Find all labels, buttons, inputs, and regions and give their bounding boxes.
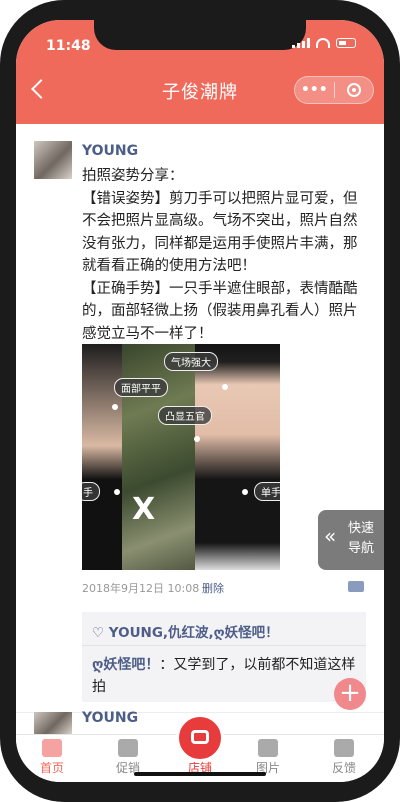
avatar[interactable] xyxy=(34,141,72,179)
tag-dot xyxy=(112,404,118,410)
comment-divider xyxy=(82,645,366,646)
add-post-button[interactable]: + xyxy=(334,678,366,710)
quick-nav-button[interactable]: « 快速导航 xyxy=(318,510,384,570)
image-icon xyxy=(258,739,278,757)
wifi-icon xyxy=(316,38,330,48)
tab-home[interactable]: 首页 xyxy=(22,739,82,776)
photo-tag: 凸显五官 xyxy=(158,406,212,425)
comment-author[interactable]: ღ妖怪吧！ xyxy=(92,657,159,673)
photo-left-person xyxy=(82,344,122,570)
home-icon xyxy=(42,739,62,757)
store-icon xyxy=(191,730,209,744)
close-circle-icon xyxy=(346,83,361,97)
header-bar: 11:48 子俊潮牌 ••• xyxy=(16,20,384,124)
person-icon xyxy=(334,739,354,757)
photo-right-person xyxy=(195,344,280,570)
bag-icon xyxy=(118,739,138,757)
tag-dot xyxy=(194,436,200,442)
tab-promo[interactable]: 促销 xyxy=(98,739,158,776)
post-date: 2018年9月12日 10:08 xyxy=(82,582,200,595)
signal-icon xyxy=(292,38,310,48)
avatar[interactable] xyxy=(34,712,72,734)
photo-tag: 单手 xyxy=(254,482,280,501)
post-photo[interactable]: 气场强大 面部平平 凸显五官 手 单手 X xyxy=(82,344,280,570)
wrong-mark: X xyxy=(132,492,156,527)
post-paragraph: 【错误姿势】剪刀手可以把照片显可爱，但不会把照片显高级。气场不突出，照片自然没有… xyxy=(82,190,358,275)
tag-dot xyxy=(114,489,120,495)
delete-link[interactable]: 删除 xyxy=(202,580,224,596)
more-menu-button[interactable]: ••• xyxy=(295,83,334,97)
home-indicator xyxy=(134,772,266,776)
photo-tag: 手 xyxy=(82,482,100,501)
quick-nav-label: 快速导航 xyxy=(347,521,374,556)
comment-icon[interactable] xyxy=(348,581,364,592)
comment-box: ♡ YOUNG,仇红波,ღ妖怪吧！ ღ妖怪吧！：又学到了，以前都不知道这样拍 xyxy=(82,612,366,702)
tag-dot xyxy=(242,489,248,495)
screen: 11:48 子俊潮牌 ••• YOUNG 拍照姿势分享： 【错误姿势】剪刀手可以… xyxy=(16,20,384,782)
mini-program-capsule: ••• xyxy=(294,76,374,104)
photo-tag: 气场强大 xyxy=(164,352,218,371)
post-paragraph: 【正确手势】一只手半遮住眼部，表情酷酷的，面部轻微上扬（假装用鼻孔看人）照片感觉… xyxy=(82,280,358,342)
tab-images[interactable]: 图片 xyxy=(238,739,298,776)
post-username[interactable]: YOUNG xyxy=(82,710,138,726)
tab-label: 反馈 xyxy=(331,761,356,775)
likes-list: ♡ YOUNG,仇红波,ღ妖怪吧！ xyxy=(92,625,279,641)
status-icons xyxy=(292,38,356,48)
post-paragraph: 拍照姿势分享： xyxy=(82,168,184,184)
status-time: 11:48 xyxy=(46,38,91,54)
tab-store[interactable] xyxy=(176,714,224,762)
photo-tag: 面部平平 xyxy=(114,378,168,397)
close-button[interactable] xyxy=(335,83,374,97)
phone-frame: 11:48 子俊潮牌 ••• YOUNG 拍照姿势分享： 【错误姿势】剪刀手可以… xyxy=(0,0,400,802)
battery-icon xyxy=(336,38,356,48)
tab-feedback[interactable]: 反馈 xyxy=(314,739,374,776)
post-username[interactable]: YOUNG xyxy=(82,143,138,159)
double-chevron-left-icon: « xyxy=(324,524,337,548)
post-body: 拍照姿势分享： 【错误姿势】剪刀手可以把照片显可爱，但不会把照片显高级。气场不突… xyxy=(82,165,368,345)
comment-item[interactable]: ღ妖怪吧！：又学到了，以前都不知道这样拍 xyxy=(92,654,356,698)
tag-dot xyxy=(222,384,228,390)
notch xyxy=(94,20,306,50)
tab-label: 首页 xyxy=(39,761,64,775)
